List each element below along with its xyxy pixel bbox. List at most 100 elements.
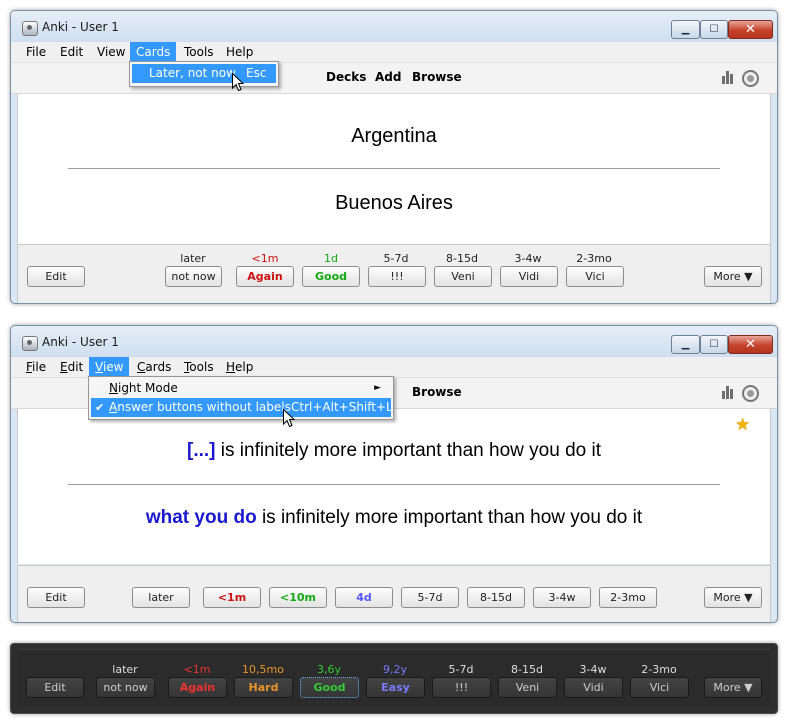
menu-item-shortcut: Esc [246, 66, 267, 80]
interval-label: 2-3mo [641, 663, 677, 676]
interval-label: 3-4w [514, 252, 542, 265]
answer-button-vici[interactable]: Vici [630, 677, 689, 698]
menu-tools[interactable]: Tools [178, 357, 220, 377]
answer-button-not-now[interactable]: not now [96, 677, 155, 698]
menu-item-label: Later, not now [149, 66, 236, 80]
answer-button-good[interactable]: <10m [269, 587, 327, 608]
answer-button-easy[interactable]: 4d [335, 587, 393, 608]
more-button[interactable]: More ▼ [704, 587, 762, 608]
anki-app-icon [22, 336, 38, 351]
sync-icon[interactable] [742, 70, 759, 87]
edit-button[interactable]: Edit [26, 677, 84, 698]
answer-button-vidi[interactable]: Vidi [500, 266, 558, 287]
menu-help[interactable]: Help [220, 357, 259, 377]
cursor-icon [283, 408, 296, 428]
answer-button-veni[interactable]: Veni [498, 677, 557, 698]
menu-item-answer-buttons-without-labels[interactable]: ✔ Answer buttons without labels Ctrl+Alt… [91, 398, 393, 417]
interval-label: <1m [183, 663, 211, 676]
answer-button-exclaim[interactable]: !!! [368, 266, 426, 287]
answer-button-later[interactable]: later [132, 587, 190, 608]
answer-button-again[interactable]: Again [168, 677, 227, 698]
view-menu-dropdown: Night Mode ► ✔ Answer buttons without la… [88, 376, 394, 420]
answer-button-3-4w[interactable]: 3-4w [533, 587, 591, 608]
sync-icon[interactable] [742, 385, 759, 402]
cursor-icon [232, 72, 245, 92]
interval-label: 3-4w [579, 663, 607, 676]
close-button[interactable]: ✕ [728, 20, 773, 39]
interval-label: 8-15d [446, 252, 478, 265]
answer-button-again[interactable]: Again [236, 266, 294, 287]
answer-button-good[interactable]: Good [300, 677, 359, 698]
answer-button-good[interactable]: Good [302, 266, 360, 287]
menu-tools[interactable]: Tools [178, 42, 220, 62]
maximize-button[interactable]: ☐ [700, 20, 728, 39]
answer-button-hard[interactable]: Hard [234, 677, 293, 698]
menu-file[interactable]: File [20, 357, 52, 377]
answer-button-8-15d[interactable]: 8-15d [467, 587, 525, 608]
menu-item-label: Answer buttons without labels [109, 400, 291, 414]
menu-cards[interactable]: Cards [131, 357, 177, 377]
toolbar-decks[interactable]: Decks [326, 70, 366, 84]
stats-icon[interactable] [722, 71, 736, 84]
star-icon[interactable]: ★ [735, 415, 750, 435]
anki-app-icon [22, 21, 38, 36]
interval-label: 5-7d [383, 252, 409, 265]
menu-file[interactable]: File [20, 42, 52, 62]
title-bar[interactable]: Anki - User 1 ▁ ☐ ✕ [11, 11, 777, 42]
minimize-button[interactable]: ▁ [671, 335, 700, 354]
main-toolbar: Decks Add Browse [11, 63, 777, 94]
maximize-button[interactable]: ☐ [700, 335, 728, 354]
interval-label: 2-3mo [576, 252, 612, 265]
menu-view[interactable]: View [89, 357, 130, 377]
interval-label: later [180, 252, 206, 265]
menu-cards[interactable]: Cards [130, 42, 177, 62]
menu-item-later-not-now[interactable]: Later, not now Esc [132, 64, 276, 83]
answer-button-2-3mo[interactable]: 2-3mo [599, 587, 657, 608]
answer-button-vidi[interactable]: Vidi [564, 677, 623, 698]
interval-label: later [112, 663, 138, 676]
answer-button-not-now[interactable]: not now [165, 266, 222, 287]
menu-edit[interactable]: Edit [54, 42, 89, 62]
card-answer: what you do is infinitely more important… [18, 507, 770, 529]
menu-bar: File Edit View Cards Tools Help [11, 357, 777, 378]
card-area: Argentina Buenos Aires [17, 94, 771, 244]
menu-item-night-mode[interactable]: Night Mode ► [91, 379, 391, 398]
answer-button-easy[interactable]: Easy [366, 677, 425, 698]
edit-button[interactable]: Edit [27, 266, 85, 287]
answer-button-veni[interactable]: Veni [434, 266, 492, 287]
checkmark-icon: ✔ [95, 401, 105, 414]
card-question: [...] is infinitely more important than … [18, 440, 770, 462]
answer-button-again[interactable]: <1m [203, 587, 261, 608]
interval-label: 10,5mo [242, 663, 284, 676]
menu-item-shortcut: Ctrl+Alt+Shift+L [291, 400, 393, 414]
close-button[interactable]: ✕ [728, 335, 773, 354]
interval-label: 9,2y [382, 663, 407, 676]
anki-window-1: Anki - User 1 ▁ ☐ ✕ File Edit View Cards… [10, 10, 778, 304]
more-button[interactable]: More ▼ [704, 677, 762, 698]
more-button[interactable]: More ▼ [704, 266, 762, 287]
toolbar-add[interactable]: Add [375, 70, 401, 84]
question-answer-divider [68, 484, 720, 485]
interval-label: <1m [251, 252, 279, 265]
toolbar-browse[interactable]: Browse [412, 385, 462, 399]
menu-view[interactable]: View [91, 42, 131, 62]
stats-icon[interactable] [722, 386, 736, 399]
interval-label: 1d [324, 252, 338, 265]
window-title: Anki - User 1 [42, 335, 119, 349]
answer-button-exclaim[interactable]: !!! [432, 677, 491, 698]
answer-button-vici[interactable]: Vici [566, 266, 624, 287]
menu-help[interactable]: Help [220, 42, 259, 62]
answer-bar: Edit later not now <1m Again 10,5mo Hard… [17, 649, 771, 707]
cloze-deletion: [...] [187, 440, 216, 461]
toolbar-browse[interactable]: Browse [412, 70, 462, 84]
window-title: Anki - User 1 [42, 20, 119, 34]
edit-button[interactable]: Edit [27, 587, 85, 608]
answer-button-5-7d[interactable]: 5-7d [401, 587, 459, 608]
submenu-arrow-icon: ► [374, 383, 381, 393]
menu-item-label: Night Mode [109, 381, 178, 395]
title-bar[interactable]: Anki - User 1 ▁ ☐ ✕ [11, 326, 777, 357]
minimize-button[interactable]: ▁ [671, 20, 700, 39]
night-mode-answer-bar: Edit later not now <1m Again 10,5mo Hard… [10, 643, 778, 714]
menu-edit[interactable]: Edit [54, 357, 89, 377]
card-question: Argentina [351, 125, 437, 147]
